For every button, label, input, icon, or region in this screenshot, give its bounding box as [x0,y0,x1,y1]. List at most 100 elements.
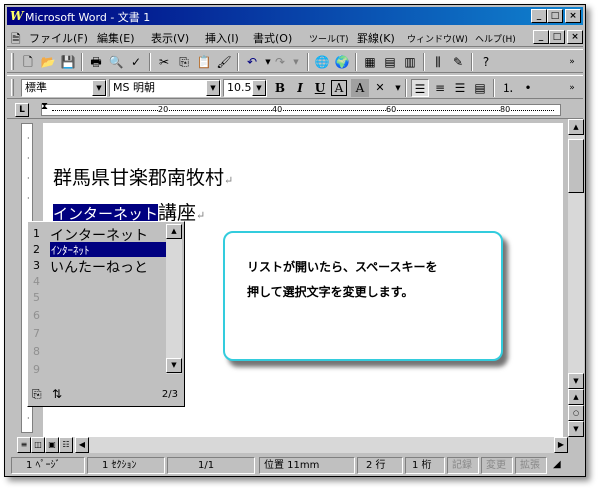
normal-view-icon[interactable]: ≡ [17,437,31,453]
scroll-up-icon[interactable]: ▲ [166,224,182,239]
tab-selector-button[interactable]: L [15,103,29,117]
menu-file[interactable]: ファイル(F) [29,30,88,46]
insert-table-icon[interactable]: ▤ [381,53,399,71]
status-pages: 1/1 [167,457,255,474]
vertical-scrollbar[interactable]: ▲ ▼ ▲ ○ ▼ [568,119,584,437]
scroll-thumb[interactable] [568,139,584,193]
ime-candidate-window[interactable]: 1 インターネット 2 ｲﾝﾀｰﾈｯﾄ 3 いんたーねっと 4 5 6 7 8 … [27,221,185,407]
close-button[interactable]: × [565,9,581,23]
scroll-down-icon[interactable]: ▼ [568,373,584,389]
scroll-up-icon[interactable]: ▲ [568,119,584,135]
doc-minimize-button[interactable]: _ [533,30,549,44]
align-center-icon[interactable]: ≡ [431,79,449,97]
menu-insert[interactable]: 挿入(I) [205,30,239,46]
print-icon[interactable]: 🖶 [87,53,105,71]
character-shading-button[interactable]: A [351,79,369,97]
tables-borders-icon[interactable]: ▦ [361,53,379,71]
menu-tools[interactable]: ツール(T) [309,32,349,45]
doc-close-button[interactable]: × [567,30,583,44]
standard-toolbar: 🗋 📂 💾 🖶 🔍 ✓ ✂ ⎘ 📋 🖌 ↶ ▼ ↷ ▼ 🌐 🌍 ▦ ▤ ▥ ⫼ … [7,49,583,73]
distribute-icon[interactable]: ▤ [471,79,489,97]
candidate-item[interactable]: 9 [30,362,166,378]
phonetic-guide-icon[interactable]: ✕ [371,79,389,97]
print-layout-view-icon[interactable]: ▣ [45,437,59,453]
print-preview-icon[interactable]: 🔍 [107,53,125,71]
font-combo[interactable]: MS 明朝 ▼ [109,79,221,97]
candidate-select-icon[interactable]: ⎘ [32,387,42,402]
indent-marker-icon[interactable]: ⧗ [41,101,48,112]
candidate-count: 2/3 [161,389,178,400]
ruler-strip[interactable]: 20 40 60 80 [41,104,561,116]
save-icon[interactable]: 💾 [59,53,77,71]
more-buttons-icon[interactable]: » [563,53,581,71]
columns-icon[interactable]: ⫼ [429,53,447,71]
chevron-down-icon[interactable]: ▼ [252,80,266,96]
underline-button[interactable]: U [311,79,329,97]
status-record[interactable]: 記録 [447,457,479,474]
web-toolbar-icon[interactable]: 🌍 [333,53,351,71]
candidate-scrollbar[interactable]: ▲ ▼ [166,224,182,374]
menu-window[interactable]: ウィンドウ(W) [407,32,468,45]
ruler-tick: · [27,154,30,163]
bullets-icon[interactable]: • [519,79,537,97]
scroll-down-icon[interactable]: ▼ [166,358,182,373]
office-assistant-icon[interactable]: ? [477,53,495,71]
candidate-sort-icon[interactable]: ⇅ [52,387,62,401]
bold-button[interactable]: B [271,79,289,97]
toolbar-grip[interactable] [11,79,14,96]
document-icon[interactable]: 🗎 [11,30,21,51]
candidate-item[interactable]: 1 インターネット [30,226,166,244]
chevron-down-icon[interactable]: ▼ [206,80,220,96]
menu-edit[interactable]: 編集(E) [97,30,135,46]
align-justify-icon[interactable]: ☰ [411,79,429,97]
drawing-icon[interactable]: ✎ [449,53,467,71]
style-combo[interactable]: 標準 ▼ [21,79,107,97]
document-line-1[interactable]: 群馬県甘楽郡南牧村↵ [53,163,233,190]
resize-grip-icon[interactable]: ◢ [549,457,581,474]
character-border-button[interactable]: A [331,80,347,96]
horizontal-ruler[interactable]: L 20 40 60 80 ⧗ [7,101,583,119]
cut-icon[interactable]: ✂ [155,53,173,71]
menu-format[interactable]: 書式(O) [253,30,292,46]
candidate-item[interactable]: 5 [30,290,166,306]
web-layout-view-icon[interactable]: ◫ [31,437,45,453]
candidate-item-selected[interactable]: 2 ｲﾝﾀｰﾈｯﾄ [30,242,166,258]
candidate-item[interactable]: 4 [30,274,166,290]
maximize-button[interactable]: □ [547,9,563,23]
candidate-item[interactable]: 3 いんたーねっと [30,258,166,276]
new-document-icon[interactable]: 🗋 [19,53,37,71]
paste-icon[interactable]: 📋 [195,53,213,71]
more-buttons-icon[interactable]: » [563,79,581,97]
candidate-item[interactable]: 6 [30,308,166,324]
italic-button[interactable]: I [291,79,309,97]
scroll-left-icon[interactable]: ◀ [75,437,89,453]
candidate-item[interactable]: 8 [30,344,166,360]
status-track-changes[interactable]: 変更 [481,457,513,474]
hyperlink-icon[interactable]: 🌐 [313,53,331,71]
previous-page-icon[interactable]: ▲ [568,389,584,405]
chevron-down-icon[interactable]: ▼ [92,80,106,96]
redo-dropdown-icon[interactable]: ▼ [287,53,305,71]
font-size-combo[interactable]: 10.5 ▼ [223,79,267,97]
format-painter-icon[interactable]: 🖌 [215,53,233,71]
numbering-icon[interactable]: ⒈ [499,79,517,97]
insert-excel-icon[interactable]: ▥ [401,53,419,71]
doc-restore-button[interactable]: □ [549,30,565,44]
candidate-item[interactable]: 7 [30,326,166,342]
align-right-icon[interactable]: ☰ [451,79,469,97]
horizontal-scrollbar[interactable]: ≡ ◫ ▣ ☷ ◀ ▶ [17,437,568,453]
menu-help[interactable]: ヘルプ(H) [475,32,516,45]
outline-view-icon[interactable]: ☷ [59,437,73,453]
spelling-icon[interactable]: ✓ [127,53,145,71]
word-app-icon[interactable]: W [10,9,23,23]
menu-view[interactable]: 表示(V) [151,30,189,46]
copy-icon[interactable]: ⎘ [175,53,193,71]
scroll-right-icon[interactable]: ▶ [554,437,568,453]
minimize-button[interactable]: _ [531,9,547,23]
next-page-icon[interactable]: ▼ [568,421,584,437]
status-extend[interactable]: 拡張 [515,457,547,474]
open-folder-icon[interactable]: 📂 [39,53,57,71]
menu-table[interactable]: 罫線(K) [357,30,395,46]
toolbar-grip[interactable] [11,53,14,70]
select-browse-object-icon[interactable]: ○ [568,405,584,421]
